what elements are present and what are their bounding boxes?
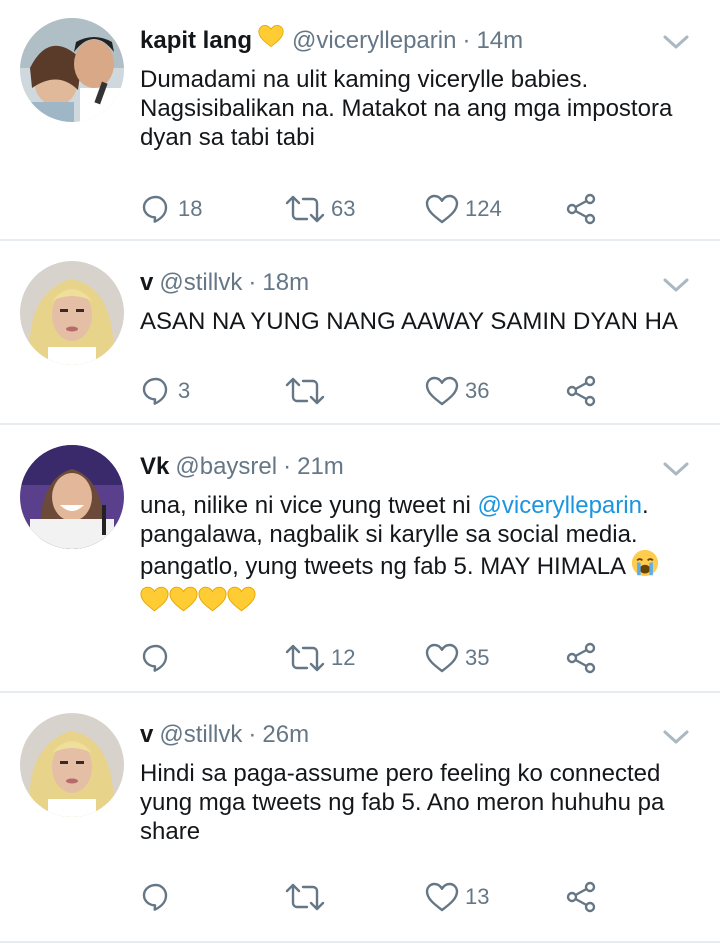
like-count: 36 — [465, 378, 490, 403]
retweet-button[interactable]: 63 — [285, 193, 355, 225]
share-button[interactable] — [565, 375, 597, 407]
tweet-text: ASAN NA YUNG NANG AAWAY SAMIN DYAN HA — [140, 308, 678, 335]
tweet[interactable]: Vk @baysrel · 21m una, nilike ni vice yu… — [0, 425, 720, 693]
user-handle[interactable]: @stillvk — [159, 719, 242, 751]
tweet-header: Vk @baysrel · 21m — [140, 451, 700, 483]
separator-dot: · — [248, 269, 257, 296]
separator-dot: · — [283, 453, 292, 480]
like-button[interactable]: 35 — [425, 643, 489, 673]
yellow-heart-icon — [198, 586, 227, 619]
tweet-header: kapit lang @vicerylleparin · 14m — [140, 24, 700, 57]
retweet-icon — [285, 881, 325, 913]
user-handle[interactable]: @baysrel — [175, 451, 277, 483]
retweet-button[interactable] — [285, 375, 331, 407]
like-button[interactable]: 36 — [425, 376, 489, 406]
tweet-header: v @stillvk · 18m — [140, 267, 700, 299]
retweet-count: 12 — [331, 645, 356, 670]
heart-icon — [425, 643, 459, 673]
tweet-text: Dumadami na ulit kaming vicerylle babies… — [140, 66, 673, 151]
like-button[interactable]: 124 — [425, 194, 502, 224]
reply-icon — [140, 375, 172, 407]
chevron-down-icon[interactable] — [662, 729, 690, 750]
like-button[interactable]: 13 — [425, 882, 489, 912]
retweet-icon — [285, 642, 325, 674]
reply-button[interactable] — [140, 881, 178, 913]
yellow-heart-icon — [227, 586, 256, 619]
retweet-icon — [285, 193, 325, 225]
share-icon — [565, 193, 597, 225]
tweet-text: una, nilike ni vice yung tweet ni @vicer… — [140, 491, 700, 619]
display-name[interactable]: v — [140, 267, 153, 299]
share-icon — [565, 881, 597, 913]
share-button[interactable] — [565, 193, 597, 225]
reply-icon — [140, 193, 172, 225]
like-count: 124 — [465, 196, 502, 221]
timestamp[interactable]: 21m — [297, 451, 344, 483]
chevron-down-icon[interactable] — [662, 461, 690, 482]
separator-dot: · — [462, 27, 471, 54]
reply-icon — [140, 881, 172, 913]
like-count: 13 — [465, 884, 490, 909]
reply-icon — [140, 642, 172, 674]
yellow-heart-icon — [140, 586, 169, 619]
like-count: 35 — [465, 645, 490, 670]
timestamp[interactable]: 14m — [476, 25, 523, 57]
retweet-button[interactable] — [285, 881, 331, 913]
reply-button[interactable] — [140, 642, 178, 674]
chevron-down-icon[interactable] — [662, 34, 690, 55]
share-button[interactable] — [565, 642, 597, 674]
emoji-row — [140, 586, 256, 619]
share-icon — [565, 375, 597, 407]
tweet[interactable]: kapit lang @vicerylleparin · 14m Dumadam… — [0, 0, 720, 241]
mention-link[interactable]: @vicerylleparin — [478, 492, 642, 519]
share-icon — [565, 642, 597, 674]
reply-button[interactable]: 18 — [140, 193, 202, 225]
yellow-heart-icon — [258, 24, 284, 57]
yellow-heart-icon — [169, 586, 198, 619]
tweet-text-part: una, nilike ni vice yung tweet ni — [140, 492, 478, 519]
user-handle[interactable]: @stillvk — [159, 267, 242, 299]
avatar[interactable] — [20, 445, 124, 549]
tweet[interactable]: v @stillvk · 18m ASAN NA YUNG NANG AAWAY… — [0, 241, 720, 425]
crying-face-icon — [631, 549, 659, 584]
separator-dot: · — [248, 721, 257, 748]
chevron-down-icon[interactable] — [662, 277, 690, 298]
avatar[interactable] — [20, 713, 124, 817]
display-name[interactable]: kapit lang — [140, 25, 252, 57]
retweet-button[interactable]: 12 — [285, 642, 355, 674]
reply-button[interactable]: 3 — [140, 375, 190, 407]
timestamp[interactable]: 26m — [262, 719, 309, 751]
tweet[interactable]: v @stillvk · 26m Hindi sa paga-assume pe… — [0, 693, 720, 943]
tweet-text: Hindi sa paga-assume pero feeling ko con… — [140, 760, 665, 845]
heart-icon — [425, 376, 459, 406]
reply-count: 18 — [178, 196, 203, 221]
retweet-icon — [285, 375, 325, 407]
heart-icon — [425, 194, 459, 224]
user-handle[interactable]: @vicerylleparin — [292, 25, 456, 57]
timestamp[interactable]: 18m — [262, 267, 309, 299]
avatar[interactable] — [20, 261, 124, 365]
tweet-header: v @stillvk · 26m — [140, 719, 700, 751]
display-name[interactable]: v — [140, 719, 153, 751]
retweet-count: 63 — [331, 196, 356, 221]
share-button[interactable] — [565, 881, 597, 913]
display-name[interactable]: Vk — [140, 451, 169, 483]
avatar[interactable] — [20, 18, 124, 122]
heart-icon — [425, 882, 459, 912]
reply-count: 3 — [178, 378, 191, 403]
